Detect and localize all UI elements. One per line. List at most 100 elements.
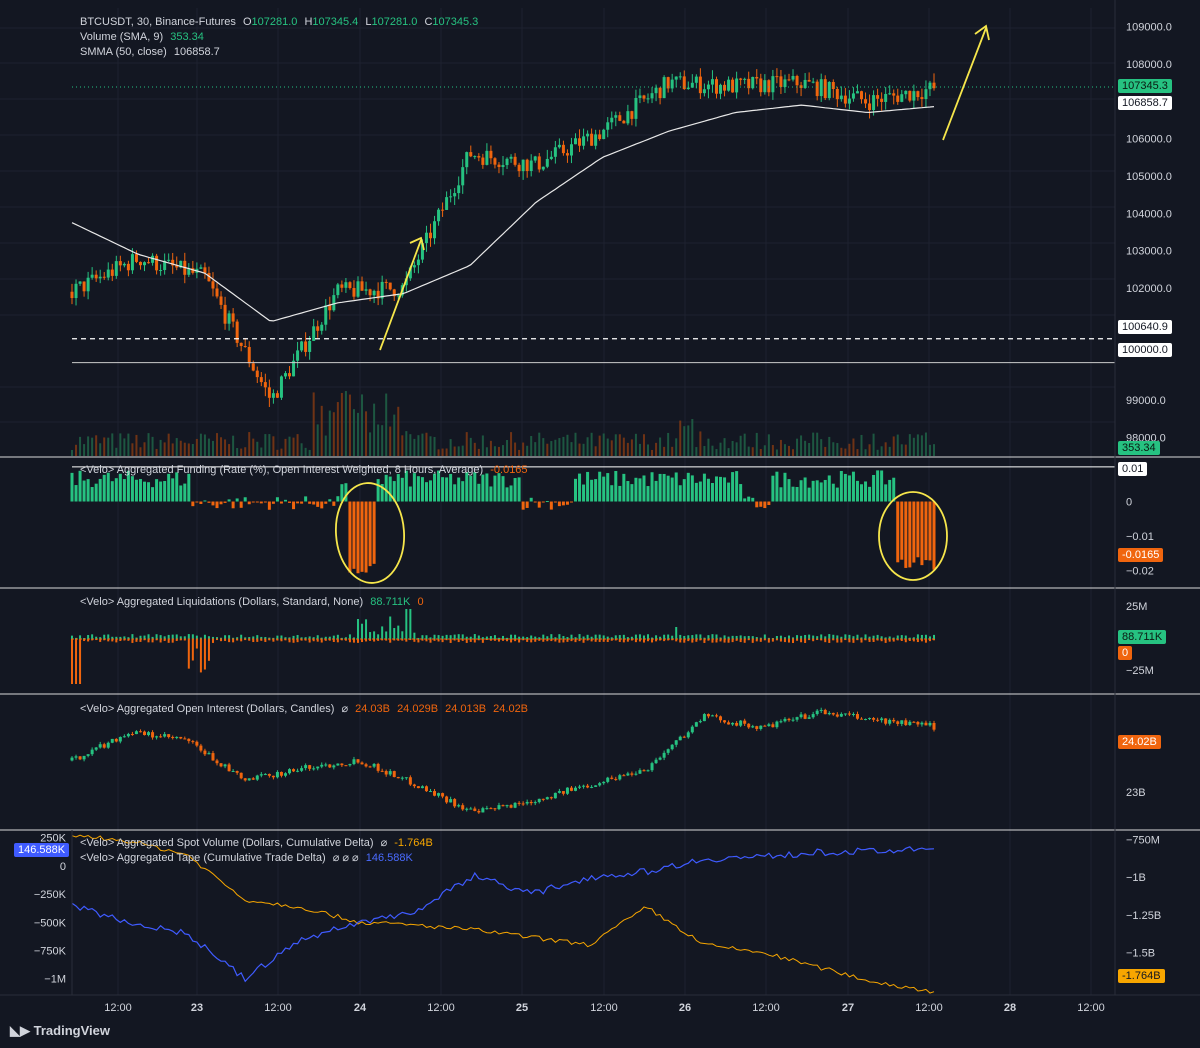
- chart-canvas[interactable]: 109000.0108000.0107000.0106000.0105000.0…: [0, 0, 1200, 1048]
- oi-candle: [521, 803, 525, 805]
- funding-bar: [74, 485, 78, 502]
- funding-bar: [727, 482, 731, 502]
- volume-bar: [288, 436, 291, 456]
- tape-legend[interactable]: <Velo> Aggregated Tape (Cumulative Trade…: [80, 851, 417, 864]
- liquidations-pane[interactable]: [71, 609, 935, 684]
- candle-body: [344, 282, 348, 288]
- oi-legend[interactable]: <Velo> Aggregated Open Interest (Dollars…: [80, 702, 532, 715]
- volume-bar: [369, 432, 372, 456]
- oi-candle: [851, 714, 855, 716]
- oi-candle: [666, 749, 670, 753]
- oi-candle: [187, 738, 191, 742]
- liquidations-legend[interactable]: <Velo> Aggregated Liquidations (Dollars,…: [80, 596, 428, 608]
- volume-bar: [95, 435, 98, 456]
- tradingview-logo[interactable]: ◣▶ TradingView: [10, 1023, 110, 1039]
- funding-bar: [835, 487, 839, 502]
- funding-bar: [723, 477, 727, 502]
- oi-candle: [453, 799, 457, 807]
- volume-bar: [715, 449, 718, 456]
- oi-candle: [251, 778, 255, 780]
- liq-short-bar: [723, 639, 726, 643]
- oi-candle: [231, 771, 235, 773]
- volume-bar: [896, 434, 899, 456]
- volume-bar: [594, 446, 597, 456]
- oi-candle: [211, 753, 215, 761]
- time-axis-label: 12:00: [752, 1002, 780, 1014]
- volume-bar: [280, 448, 283, 456]
- open-interest-pane[interactable]: [70, 707, 936, 814]
- oi-candle: [590, 786, 594, 788]
- funding-legend[interactable]: <Velo> Aggregated Funding (Rate (%), Ope…: [80, 464, 532, 476]
- oi-candle: [759, 725, 763, 729]
- price-pane[interactable]: [70, 68, 1116, 456]
- funding-bar: [771, 475, 775, 502]
- funding-pane[interactable]: [70, 466, 1116, 574]
- liq-long-bar: [240, 634, 243, 639]
- candle-body: [533, 156, 537, 161]
- oi-candle: [872, 718, 876, 720]
- oi-symbol: ⌀: [341, 703, 349, 715]
- liq-short-bar: [530, 639, 533, 643]
- liq-long-bar: [457, 634, 460, 639]
- volume-bar: [195, 438, 198, 456]
- funding-bar: [553, 501, 557, 503]
- liq-long-bar: [864, 634, 867, 639]
- volume-bar: [99, 443, 102, 456]
- tape-axis-label: 0: [60, 861, 66, 873]
- time-axis-label: 12:00: [590, 1002, 618, 1014]
- funding-bar: [872, 474, 876, 502]
- volume-bar: [647, 444, 650, 456]
- funding-bar: [811, 480, 815, 502]
- liq-long-bar: [87, 634, 90, 639]
- candle-body: [489, 150, 493, 159]
- volume-bar: [792, 449, 795, 456]
- volume-legend[interactable]: Volume (SMA, 9) 353.34: [80, 31, 208, 43]
- liq-short-bar: [727, 639, 730, 643]
- candle-body: [332, 295, 336, 311]
- liq-long-bar: [634, 634, 637, 639]
- funding-bar: [368, 501, 372, 567]
- oi-candle: [477, 810, 481, 813]
- candle-body: [525, 159, 529, 172]
- liq-short-bar: [352, 639, 355, 643]
- volume-bar: [477, 448, 480, 456]
- price-legend[interactable]: BTCUSDT, 30, Binance-Futures O107281.0 H…: [80, 16, 482, 28]
- funding-bar: [489, 486, 493, 502]
- oi-candle: [428, 791, 432, 793]
- candle-body: [517, 164, 521, 172]
- funding-bar: [755, 501, 759, 508]
- candle-body: [372, 290, 376, 296]
- candle-body: [759, 78, 763, 93]
- oi-candle: [122, 736, 126, 738]
- oi-candle: [384, 771, 388, 775]
- candle-body: [199, 267, 203, 269]
- spot-legend[interactable]: <Velo> Aggregated Spot Volume (Dollars, …: [80, 836, 437, 849]
- volume-bar: [264, 434, 267, 456]
- funding-bar: [517, 477, 521, 502]
- funding-bar: [481, 474, 485, 502]
- liq-long-bar: [586, 634, 589, 639]
- candle-body: [74, 283, 78, 299]
- funding-bar: [880, 470, 884, 502]
- smma-legend[interactable]: SMMA (50, close) 106858.7: [80, 46, 224, 58]
- funding-bar: [219, 501, 223, 505]
- high-value: 107345.4: [312, 16, 359, 28]
- liq-long-bar: [107, 634, 110, 639]
- volume-bar: [856, 449, 859, 456]
- volume-bar: [808, 443, 811, 456]
- open-value: 107281.0: [251, 16, 298, 28]
- candle-body: [255, 370, 259, 378]
- volume-bar: [316, 424, 319, 456]
- candle-body: [316, 326, 320, 331]
- volume-bar: [916, 434, 919, 456]
- liq-short-bar: [151, 639, 154, 643]
- funding-bar: [529, 497, 533, 502]
- liq-long-bar: [924, 634, 927, 639]
- liq-long-bar: [578, 634, 581, 639]
- oi-candle: [324, 764, 328, 766]
- volume-bar: [485, 447, 488, 456]
- liq-long-bar: [534, 636, 537, 639]
- volume-label: Volume (SMA, 9): [80, 31, 164, 43]
- volume-bar: [324, 435, 327, 456]
- volume-bar: [928, 444, 931, 456]
